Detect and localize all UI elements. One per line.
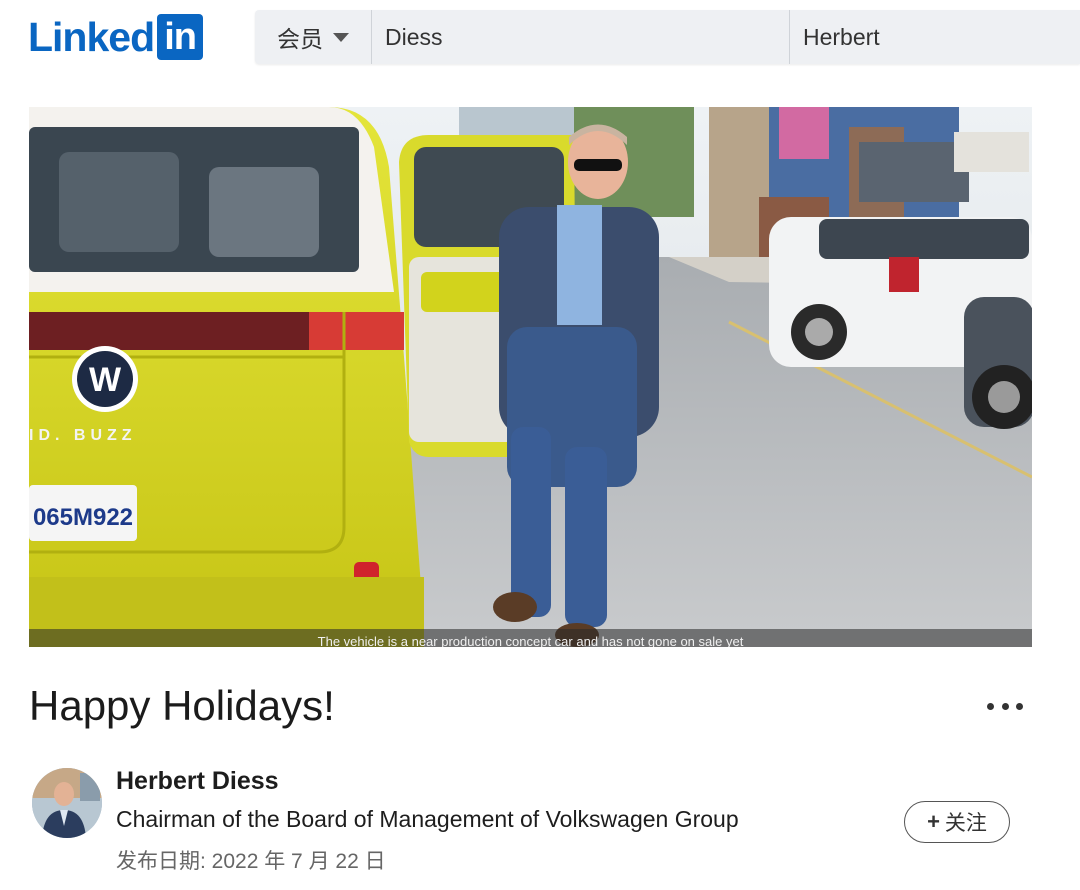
- street-scene-illustration: W ID. BUZZ 065M922: [29, 107, 1032, 647]
- follow-button[interactable]: + 关注: [904, 801, 1010, 843]
- post-date: 发布日期: 2022 年 7 月 22 日: [116, 850, 386, 873]
- search-type-dropdown[interactable]: 会员: [255, 10, 372, 64]
- more-options-button[interactable]: [987, 692, 1023, 720]
- logo-wordmark: Linked: [28, 14, 155, 60]
- ellipsis-icon: [987, 702, 994, 710]
- linkedin-logo[interactable]: Linked in: [28, 14, 204, 60]
- caret-down-icon: [333, 32, 349, 42]
- image-caption: The vehicle is a near production concept…: [29, 629, 1032, 647]
- logo-in-box: in: [157, 14, 204, 60]
- license-plate: 065M922: [33, 504, 133, 531]
- van-badge: ID. BUZZ: [29, 427, 137, 444]
- author-name[interactable]: Herbert Diess: [116, 767, 279, 796]
- author-headline: Chairman of the Board of Management of V…: [116, 806, 739, 832]
- svg-text:W: W: [89, 361, 122, 399]
- search-type-label: 会员: [277, 26, 323, 52]
- post-title: Happy Holidays!: [29, 682, 335, 729]
- follow-label: 关注: [944, 812, 987, 835]
- last-name-field[interactable]: Herbert: [790, 10, 1080, 64]
- plus-icon: +: [927, 809, 940, 834]
- people-search-bar: 会员 Diess Herbert: [255, 10, 1080, 64]
- first-name-field[interactable]: Diess: [372, 10, 790, 64]
- post-image: W ID. BUZZ 065M922 The vehicle is a near…: [29, 107, 1032, 647]
- avatar-photo: [32, 768, 102, 838]
- author-avatar[interactable]: [32, 768, 102, 838]
